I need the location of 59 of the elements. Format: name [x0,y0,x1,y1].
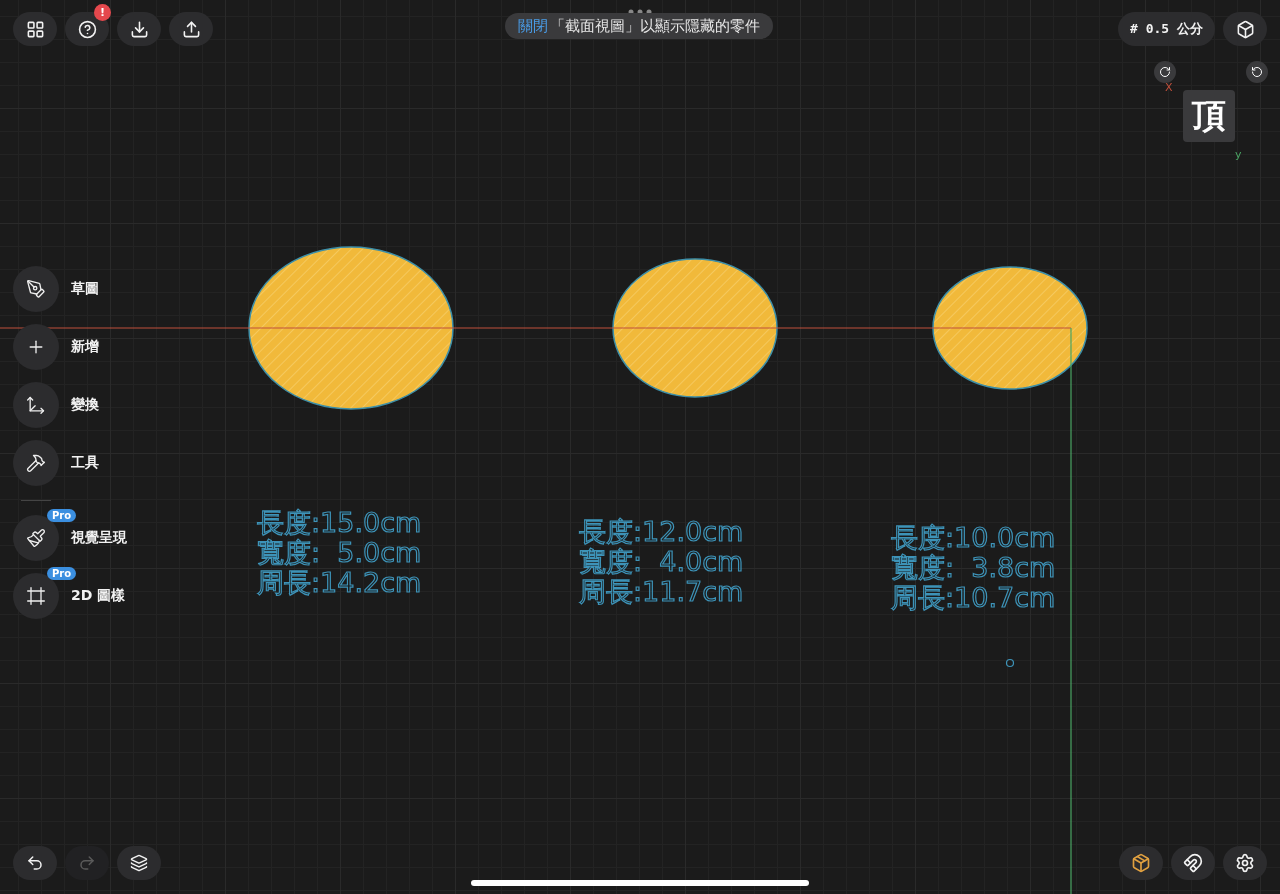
brush-icon [26,528,46,548]
upload-icon [181,19,201,39]
sidebar-label: 工具 [71,454,99,472]
import-button[interactable] [117,12,161,46]
x-axis-label: X [1165,81,1173,94]
rotate-right-button[interactable] [1154,61,1176,83]
pro-badge: Pro [47,509,77,522]
origin-point [1005,658,1015,668]
measurement-label: 寬度: 4.0cm [579,547,744,577]
measurement-label: 寬度: 5.0cm [257,538,422,568]
layers-button[interactable] [117,846,161,880]
pen-icon [26,279,46,299]
material-button[interactable] [1119,846,1163,880]
measurement-label: 周長:10.7cm [891,583,1056,613]
grid-icon [25,19,45,39]
sidebar-label: 草圖 [71,280,99,298]
help-icon [77,19,97,39]
measurement-label: 寬度: 3.8cm [891,553,1056,583]
y-axis-label: y [1235,148,1242,161]
pro-badge: Pro [47,567,77,580]
cube-face-label: 頂 [1192,94,1226,137]
grid-size-button[interactable]: # 0.5 公分 [1118,12,1215,46]
measurement-label: 長度:12.0cm [579,517,744,547]
rotate-icon [1251,66,1263,78]
notice-text: 「截面視圖」以顯示隱藏的零件 [550,16,760,36]
redo-icon [78,854,96,872]
box-icon [1131,853,1151,873]
measurement-label: 長度:10.0cm [891,523,1056,553]
sidebar-label: 變換 [71,396,99,414]
sidebar-label: 視覺呈現 [71,529,127,547]
tools-button[interactable] [13,440,59,486]
transform-button[interactable] [13,382,59,428]
measurement-label: 長度:15.0cm [257,508,422,538]
export-button[interactable] [169,12,213,46]
cube-icon [1235,19,1255,39]
settings-button[interactable] [1223,846,1267,880]
close-link[interactable]: 關閉 [518,16,548,36]
settings-icon [1235,853,1255,873]
undo-button[interactable] [13,846,57,880]
rotate-left-button[interactable] [1246,61,1268,83]
sketch-button[interactable] [13,266,59,312]
view-button[interactable] [1223,12,1267,46]
frame-icon [26,586,46,606]
hammer-icon [26,453,46,473]
view-cube[interactable]: 頂 [1183,90,1235,142]
add-button[interactable] [13,324,59,370]
magnet-icon [1183,853,1203,873]
measurement-label: 周長:11.7cm [579,577,744,607]
sidebar-label: 新增 [71,338,99,356]
snap-button[interactable] [1171,846,1215,880]
rotate-icon [1159,66,1171,78]
measurement-label: 周長:14.2cm [257,568,422,598]
layers-icon [130,854,148,872]
alert-badge: ! [94,4,111,21]
move-icon [26,395,46,415]
undo-icon [26,854,44,872]
sidebar-label: 2D 圖樣 [71,587,126,605]
download-icon [129,19,149,39]
apps-button[interactable] [13,12,57,46]
